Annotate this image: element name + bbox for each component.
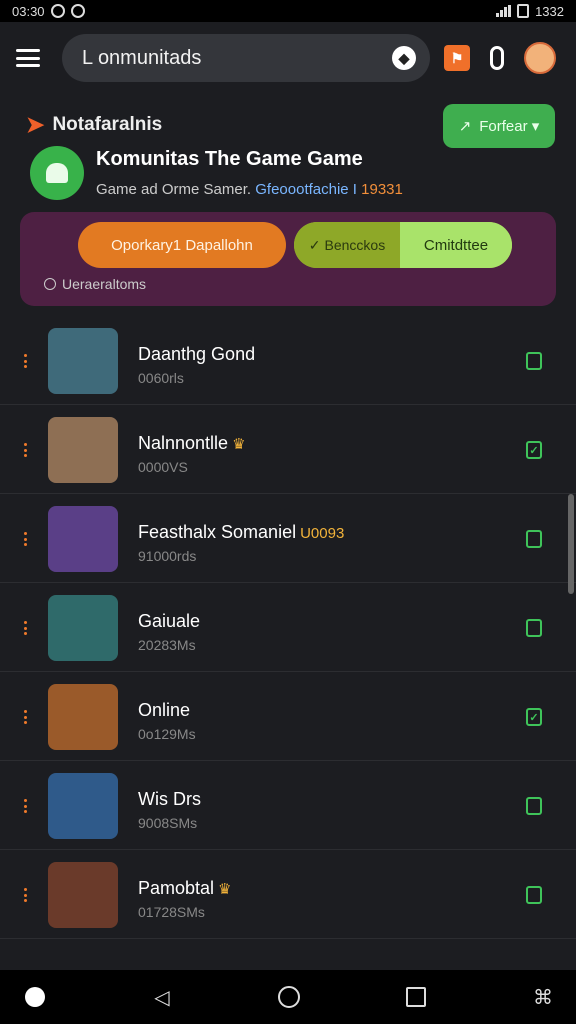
game-meta: 01728SMs <box>138 904 205 920</box>
list-item[interactable]: Pamobtal ♛ 01728SMs <box>0 850 576 939</box>
game-meta: 20283Ms <box>138 637 196 653</box>
alert-icon[interactable] <box>484 45 510 71</box>
section-title: Notafaralnis <box>52 114 163 135</box>
game-thumbnail <box>48 417 118 483</box>
list-item[interactable]: Wis Drs 9008SMs <box>0 761 576 850</box>
status-right-text: 1332 <box>535 3 564 19</box>
more-icon[interactable] <box>24 532 28 546</box>
checked-icon[interactable]: ✓ <box>526 441 542 459</box>
arrow-icon: ➤ <box>26 112 45 137</box>
game-name: Nalnnontlle ♛ <box>138 433 246 453</box>
home-icon[interactable] <box>278 986 300 1008</box>
trend-icon: ↗ <box>458 118 472 135</box>
check-icon: ✓ <box>308 236 321 253</box>
list-item[interactable]: Feasthalx Somaniel U0093 91000rds <box>0 494 576 583</box>
checkbox-icon[interactable] <box>526 352 542 370</box>
follow-button-label: Forfear ▾ <box>479 118 540 135</box>
search-input[interactable] <box>80 45 392 71</box>
status-time: 03:30 <box>12 3 45 19</box>
game-meta: 0000VS <box>138 459 188 475</box>
notification-icon <box>70 4 85 18</box>
list-item[interactable]: Daanthg Gond 0060rls <box>0 316 576 405</box>
toggle-option-right[interactable]: Cmitdttee <box>400 222 512 268</box>
game-thumbnail <box>48 595 118 661</box>
panel-note[interactable]: Ueraeraltoms <box>44 276 146 292</box>
search-action-icon[interactable]: ◆ <box>392 46 416 70</box>
game-name: Gaiuale <box>138 611 201 631</box>
avatar[interactable] <box>524 42 556 74</box>
game-meta: 9008SMs <box>138 815 198 831</box>
game-list: Daanthg Gond 0060rls Nalnnontlle ♛ 0000VS ✓ Fe… <box>0 316 576 939</box>
game-badge: ♛ <box>232 436 246 453</box>
back-icon[interactable]: ◁ <box>151 986 173 1009</box>
follow-button[interactable]: ↗ Forfear ▾ <box>443 104 555 148</box>
bell-icon <box>46 163 68 183</box>
section-header: ➤ Notafaralnis <box>26 112 162 138</box>
game-badge: U0093 <box>300 525 345 542</box>
toggle-option-left[interactable]: ✓ Bencckos <box>294 222 400 268</box>
more-icon[interactable] <box>24 888 28 902</box>
search-bar[interactable]: ◆ <box>62 34 430 82</box>
segment-toggle[interactable]: ✓ Bencckos Cmitdttee <box>294 222 512 268</box>
toggle-left-label: Bencckos <box>324 237 386 253</box>
game-meta: 91000rds <box>138 548 197 564</box>
signal-icon <box>496 5 512 17</box>
community-subtitle-count: 19331 <box>361 181 403 198</box>
status-bar: 03:30 1332 <box>0 0 576 22</box>
community-subtitle: Game ad Orme Samer. Gfeoootfachie I 1933… <box>96 181 403 198</box>
recents-icon[interactable] <box>405 986 427 1008</box>
game-thumbnail <box>48 773 118 839</box>
game-thumbnail <box>48 328 118 394</box>
game-name: Online <box>138 700 191 720</box>
game-thumbnail <box>48 862 118 928</box>
game-badge: ♛ <box>218 881 232 898</box>
community-avatar <box>30 146 84 200</box>
menu-icon[interactable] <box>16 49 40 67</box>
community-name: Komunitas The Game Game <box>96 148 363 170</box>
community-subtitle-text: Game ad Orme Samer. <box>96 181 252 198</box>
game-meta: 0o129Ms <box>138 726 196 742</box>
sync-icon <box>50 4 65 18</box>
list-item[interactable]: Gaiuale 20283Ms <box>0 583 576 672</box>
panel-note-label: Ueraeraltoms <box>62 276 147 292</box>
more-icon[interactable] <box>24 354 28 368</box>
checkbox-icon[interactable] <box>526 797 542 815</box>
checkbox-icon[interactable] <box>526 619 542 637</box>
more-icon[interactable] <box>24 710 28 724</box>
status-right: 1332 <box>496 4 564 19</box>
scrollbar[interactable] <box>568 494 574 594</box>
game-thumbnail <box>48 684 118 750</box>
checkbox-icon[interactable] <box>526 530 542 548</box>
checked-icon[interactable]: ✓ <box>526 708 542 726</box>
battery-icon <box>517 4 530 18</box>
more-icon[interactable] <box>24 621 28 635</box>
top-app-bar: ◆ ⚑ <box>0 22 576 94</box>
more-icon[interactable] <box>24 799 28 813</box>
game-name: Pamobtal ♛ <box>138 878 232 898</box>
game-name: Feasthalx Somaniel U0093 <box>138 522 345 542</box>
status-left: 03:30 <box>12 4 85 19</box>
game-meta: 0060rls <box>138 370 184 386</box>
app-shortcut-icon[interactable] <box>24 986 46 1008</box>
flame-icon[interactable]: ⚑ <box>444 45 470 71</box>
system-nav-bar: ◁ ⌘ <box>0 970 576 1024</box>
list-item[interactable]: Nalnnontlle ♛ 0000VS ✓ <box>0 405 576 494</box>
community-header: Komunitas The Game Game Game ad Orme Sam… <box>30 146 403 200</box>
list-item[interactable]: Online 0o129Ms ✓ <box>0 672 576 761</box>
community-subtitle-link[interactable]: Gfeoootfachie I <box>255 181 357 198</box>
checkbox-icon[interactable] <box>526 886 542 904</box>
game-thumbnail <box>48 506 118 572</box>
more-icon[interactable] <box>24 443 28 457</box>
game-name: Wis Drs <box>138 789 201 809</box>
circle-icon <box>44 278 56 290</box>
game-name: Daanthg Gond <box>138 344 256 364</box>
primary-action-button[interactable]: Oporkary1 Dapallohn <box>78 222 286 268</box>
accessibility-icon[interactable]: ⌘ <box>532 986 554 1009</box>
